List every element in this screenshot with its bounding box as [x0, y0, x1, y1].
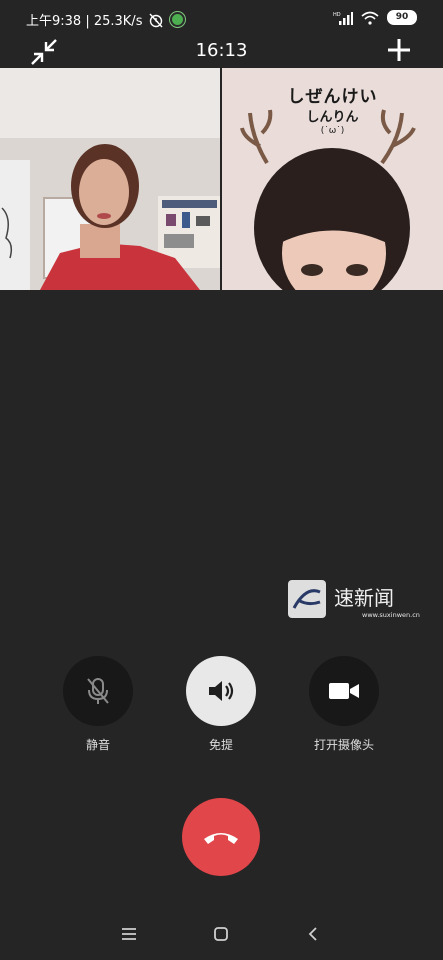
speaker-label: 免提 [208, 738, 233, 752]
back-chevron-icon [308, 927, 317, 941]
watermark-brand: 速新闻 [334, 586, 394, 610]
location-dot-icon [170, 12, 186, 27]
menu-button[interactable] [114, 920, 144, 948]
status-time: 上午9:38 | 25.3K/s [26, 14, 143, 29]
network-tag: HD [333, 12, 341, 18]
speaker-control: 免提 [185, 656, 257, 753]
wifi-icon [361, 11, 379, 25]
status-right: HD 90 [333, 10, 417, 25]
mute-control: 静音 [62, 656, 134, 753]
plus-icon [388, 39, 410, 61]
call-timer: 16:13 [195, 40, 248, 61]
speaker-button[interactable] [186, 656, 256, 726]
camera-label: 打开摄像头 [313, 738, 374, 752]
mic-off-icon [87, 678, 109, 704]
call-header: 16:13 [0, 36, 443, 66]
remote-video[interactable]: しぜんけい しんりん (˙ω˙) [222, 68, 443, 290]
system-nav-bar [0, 920, 443, 950]
watermark-graphic: 速新闻 www.suxinwen.cn [288, 580, 420, 619]
signal-icon: HD [333, 11, 353, 25]
watermark-url: www.suxinwen.cn [362, 611, 420, 619]
mute-button[interactable] [63, 656, 133, 726]
watermark-logo: 速新闻 www.suxinwen.cn [286, 578, 426, 622]
sticker-text-1: しぜんけい [287, 87, 378, 107]
sticker-text-2: しんりん [306, 110, 359, 125]
alarm-off-icon [149, 13, 163, 27]
camera-control: 打开摄像头 [308, 656, 380, 753]
home-square-icon [214, 927, 228, 941]
sticker-text-3: (˙ω˙) [320, 126, 345, 136]
camera-button[interactable] [309, 656, 379, 726]
hangup-button[interactable] [182, 798, 260, 876]
video-camera-icon [329, 683, 359, 699]
mute-label: 静音 [85, 738, 110, 752]
home-button[interactable] [206, 920, 236, 948]
status-bar: 上午9:38 | 25.3K/s HD 90 [0, 0, 443, 36]
local-video[interactable] [0, 68, 220, 290]
add-participant-button[interactable] [385, 36, 413, 64]
status-left: 上午9:38 | 25.3K/s [26, 10, 186, 29]
menu-icon [122, 928, 136, 940]
back-button[interactable] [298, 920, 328, 948]
local-video-scene [0, 68, 220, 290]
speaker-icon [209, 681, 234, 701]
phone-hangup-icon [204, 833, 238, 844]
battery-icon: 90 [387, 10, 417, 25]
